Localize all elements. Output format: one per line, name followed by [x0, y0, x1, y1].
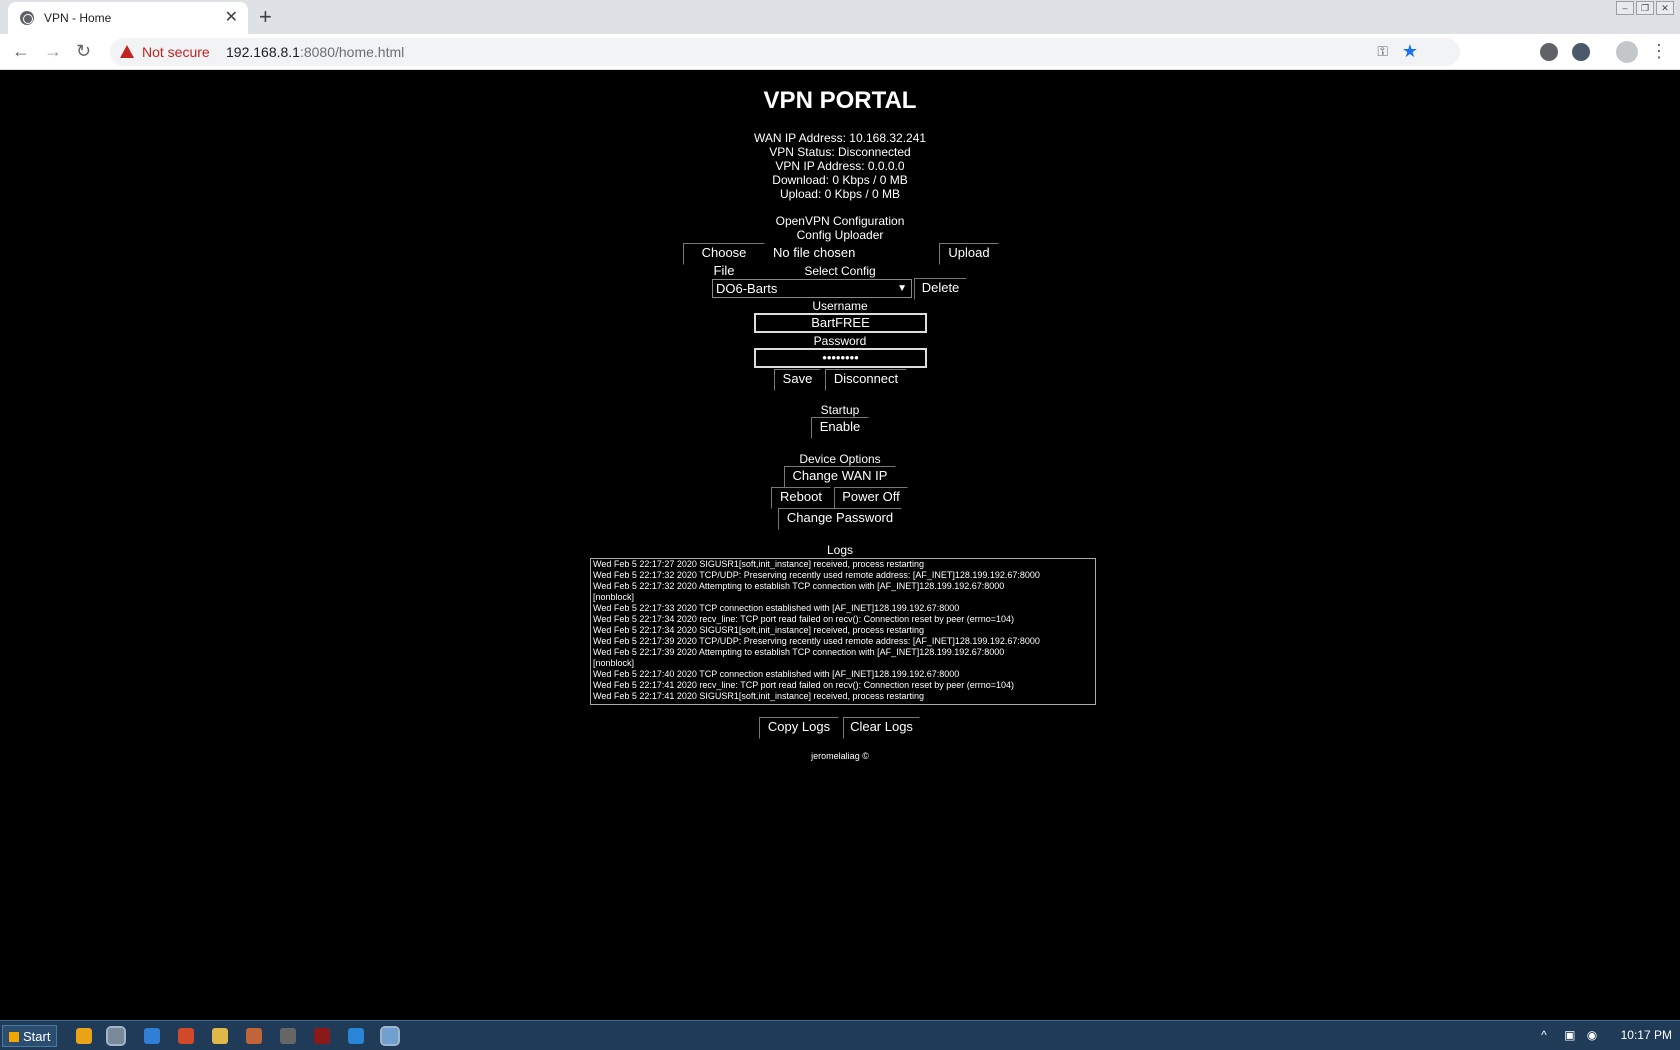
start-button[interactable]: Start — [2, 1025, 58, 1047]
password-heading: Password — [813, 334, 867, 348]
reload-button[interactable]: ↻ — [76, 41, 91, 61]
window-controls: – ❐ ✕ — [1616, 1, 1674, 15]
log-line: Wed Feb 5 22:17:32 2020 TCP/UDP: Preserv… — [593, 570, 1040, 580]
wan-ip-line: WAN IP Address: 10.168.32.241 — [753, 131, 927, 145]
username-heading: Username — [812, 299, 868, 313]
change-wan-ip-button[interactable]: Change WAN IP — [784, 466, 896, 488]
config-select[interactable]: DO6-Barts ▼ — [712, 279, 912, 298]
at-sign-icon[interactable] — [280, 1028, 296, 1044]
log-line: Wed Feb 5 22:17:34 2020 recv_line: TCP p… — [593, 614, 1014, 624]
log-line: Wed Feb 5 22:17:34 2020 SIGUSR1[soft,ini… — [593, 625, 925, 635]
log-line: Wed Feb 5 22:17:32 2020 Attempting to es… — [593, 581, 1005, 591]
globe-icon — [20, 11, 34, 25]
key-icon[interactable]: ⚿ — [1377, 43, 1388, 60]
footer-credit: jeromelaliag © — [811, 751, 869, 761]
minimize-icon[interactable]: – — [1616, 1, 1634, 15]
tab-strip: VPN - Home ✕ + – ❐ ✕ — [0, 0, 1680, 34]
logs-textarea[interactable]: Wed Feb 5 22:17:27 2020 SIGUSR1[soft,ini… — [590, 558, 1096, 705]
no-file-text: No file chosen — [773, 245, 856, 260]
bookmark-star-icon[interactable]: ★ — [1402, 41, 1418, 62]
tab-close-icon[interactable]: ✕ — [225, 8, 238, 28]
media-app-icon[interactable] — [314, 1028, 330, 1044]
extension-box-icon[interactable] — [1572, 43, 1590, 61]
address-bar[interactable]: Not secure 192.168.8.1:8080/home.html ⚿ … — [110, 38, 1460, 66]
network-icon[interactable]: ▣ — [1564, 1028, 1575, 1042]
copy-logs-button[interactable]: Copy Logs — [759, 717, 839, 739]
os-taskbar: Start ^ ▣ ◉ 10:17 PM — [0, 1020, 1680, 1050]
disconnect-button[interactable]: Disconnect — [825, 369, 907, 391]
windows-logo-icon — [9, 1032, 19, 1042]
window-close-icon[interactable]: ✕ — [1656, 1, 1674, 15]
new-tab-button[interactable]: + — [259, 5, 272, 29]
password-field[interactable]: •••••••• — [754, 348, 927, 368]
clock[interactable]: 10:17 PM — [1621, 1028, 1672, 1042]
back-button[interactable]: ← — [12, 41, 30, 61]
power-off-button[interactable]: Power Off — [834, 487, 908, 509]
vpn-status-line: VPN Status: Disconnected — [769, 145, 911, 159]
browser-menu-icon[interactable]: ⋮ — [1650, 41, 1668, 61]
log-line: Wed Feb 5 22:17:40 2020 TCP connection e… — [593, 669, 960, 679]
log-line: Wed Feb 5 22:17:41 2020 recv_line: TCP p… — [593, 680, 1014, 690]
browser-toolbar: ← → ↻ Not secure 192.168.8.1:8080/home.h… — [0, 34, 1680, 70]
log-line: Wed Feb 5 22:17:33 2020 TCP connection e… — [593, 603, 960, 613]
tray-app-icon[interactable]: ◉ — [1587, 1028, 1597, 1042]
warning-icon — [120, 45, 134, 58]
upload-line: Upload: 0 Kbps / 0 MB — [779, 187, 901, 201]
vpn-portal-page: VPN PORTAL WAN IP Address: 10.168.32.241… — [0, 71, 1680, 1020]
save-button[interactable]: Save — [774, 369, 821, 391]
uploader-heading: Config Uploader — [796, 228, 884, 242]
config-select-value: DO6-Barts — [716, 281, 778, 296]
forward-button[interactable]: → — [44, 41, 62, 61]
log-line: Wed Feb 5 22:17:41 2020 SIGUSR1[soft,ini… — [593, 691, 925, 701]
openvpn-heading: OpenVPN Configuration — [775, 214, 905, 228]
change-password-button[interactable]: Change Password — [778, 508, 902, 530]
folder-icon[interactable] — [212, 1028, 228, 1044]
page-title: VPN PORTAL — [763, 87, 917, 114]
log-line: Wed Feb 5 22:17:39 2020 TCP/UDP: Preserv… — [593, 636, 1040, 646]
system-tray: ^ ▣ ◉ 10:17 PM — [1541, 1028, 1672, 1042]
app-icon[interactable] — [178, 1028, 194, 1044]
download-line: Download: 0 Kbps / 0 MB — [772, 173, 908, 187]
restore-icon[interactable]: ❐ — [1636, 1, 1654, 15]
internet-explorer-icon[interactable] — [144, 1028, 160, 1044]
media-player-icon[interactable] — [76, 1028, 92, 1044]
chrome-taskbar-icon[interactable] — [106, 1026, 126, 1046]
url-path: :8080/home.html — [299, 44, 405, 60]
log-line: Wed Feb 5 22:17:27 2020 SIGUSR1[soft,ini… — [593, 559, 925, 569]
log-line: Wed Feb 5 22:17:39 2020 Attempting to es… — [593, 647, 1005, 657]
dropdown-arrow-icon: ▼ — [897, 283, 907, 294]
extension-gauge-icon[interactable] — [1540, 43, 1558, 61]
notepad-icon[interactable] — [380, 1026, 400, 1046]
reboot-button[interactable]: Reboot — [771, 487, 831, 509]
enable-button[interactable]: Enable — [811, 417, 869, 439]
url-text[interactable]: 192.168.8.1:8080/home.html — [226, 44, 404, 60]
select-config-heading: Select Config — [804, 264, 876, 278]
browser-tab[interactable]: VPN - Home ✕ — [8, 2, 248, 34]
delete-button[interactable]: Delete — [914, 278, 967, 300]
tray-expand-icon[interactable]: ^ — [1541, 1028, 1547, 1042]
status-info: WAN IP Address: 10.168.32.241 VPN Status… — [0, 131, 1680, 201]
vpn-ip-line: VPN IP Address: 0.0.0.0 — [775, 159, 905, 173]
browser-app-icon[interactable] — [348, 1028, 364, 1044]
url-host: 192.168.8.1 — [226, 44, 300, 60]
security-label[interactable]: Not secure — [142, 44, 210, 60]
tab-title: VPN - Home — [44, 11, 112, 25]
upload-button[interactable]: Upload — [939, 243, 999, 265]
username-field[interactable]: BartFREE — [754, 313, 927, 333]
log-line: [nonblock] — [593, 658, 635, 668]
profile-avatar-icon[interactable] — [1616, 41, 1638, 63]
clear-logs-button[interactable]: Clear Logs — [843, 717, 920, 739]
logs-heading: Logs — [826, 543, 854, 557]
device-options-heading: Device Options — [799, 452, 881, 466]
paint-icon[interactable] — [246, 1028, 262, 1044]
startup-heading: Startup — [820, 403, 860, 417]
log-line: [nonblock] — [593, 592, 635, 602]
start-label: Start — [23, 1029, 51, 1044]
choose-file-button[interactable]: Choose File — [683, 243, 765, 278]
